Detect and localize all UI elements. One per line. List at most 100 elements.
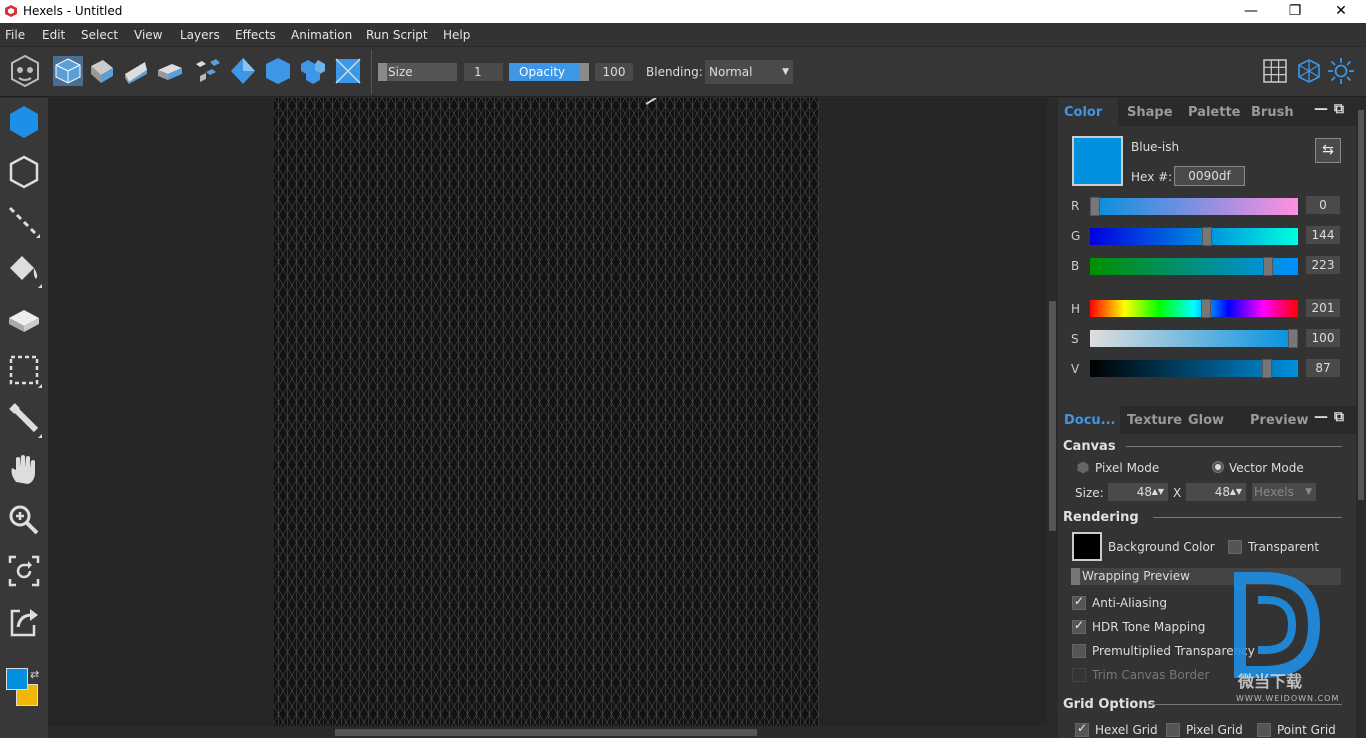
h-slider-knob[interactable] (1201, 299, 1211, 318)
grid-icon[interactable] (1262, 58, 1288, 84)
iso-grid-canvas[interactable] (274, 98, 819, 726)
b-slider[interactable] (1090, 257, 1298, 276)
wrapping-preview-knob[interactable] (1071, 568, 1080, 585)
tab-color[interactable]: Color (1064, 105, 1102, 120)
b-slider-knob[interactable] (1263, 257, 1273, 276)
line-tool-icon[interactable] (6, 204, 42, 240)
paint-bucket-icon[interactable] (6, 252, 42, 288)
h-value[interactable]: 201 (1306, 299, 1340, 317)
marquee-select-icon[interactable] (6, 352, 42, 388)
tab-document[interactable]: Docu... (1064, 413, 1116, 428)
hexel-grid-checkbox[interactable] (1075, 721, 1089, 737)
canvas-viewport[interactable] (48, 98, 1047, 726)
hand-pan-icon[interactable] (6, 452, 42, 488)
tab-glow[interactable]: Glow (1188, 413, 1224, 428)
current-color-swatch[interactable] (1072, 136, 1123, 186)
maximize-button[interactable]: ❐ (1272, 0, 1318, 23)
tab-shape[interactable]: Shape (1127, 105, 1173, 120)
pixel-mode-label[interactable]: Pixel Mode (1095, 461, 1159, 475)
horizontal-scroll-thumb[interactable] (335, 729, 757, 736)
menu-select[interactable]: Select (81, 28, 118, 42)
quad-square-icon[interactable] (333, 56, 363, 86)
rotate-view-icon[interactable] (6, 553, 42, 589)
panel-minimize-icon[interactable]: — (1314, 409, 1328, 425)
size-slider[interactable]: Size (378, 63, 457, 81)
iso-cube-grid-icon[interactable] (1296, 58, 1322, 84)
b-value[interactable]: 223 (1306, 256, 1340, 274)
zoom-icon[interactable] (6, 502, 42, 538)
horizontal-scrollbar[interactable] (48, 726, 1047, 738)
slope-block-icon[interactable] (121, 56, 151, 86)
r-value[interactable]: 0 (1306, 196, 1340, 214)
menu-help[interactable]: Help (443, 28, 470, 42)
trim-canvas-border-checkbox[interactable] (1072, 668, 1086, 682)
pixel-grid-checkbox[interactable] (1166, 723, 1180, 737)
anti-aliasing-checkbox[interactable] (1072, 594, 1086, 610)
cube-outline-icon[interactable] (53, 56, 83, 86)
vector-mode-label[interactable]: Vector Mode (1229, 461, 1304, 475)
hex-input[interactable]: 0090df (1174, 166, 1245, 186)
panel-scroll-thumb[interactable] (1358, 110, 1364, 500)
menu-run-script[interactable]: Run Script (366, 28, 428, 42)
hex-radio-icon[interactable] (1077, 461, 1089, 474)
light-sun-icon[interactable] (1327, 57, 1355, 85)
panel-scrollbar[interactable] (1356, 98, 1366, 738)
spinner-icon[interactable]: ▲▼ (1230, 483, 1242, 501)
diamond-icon[interactable] (228, 56, 258, 86)
close-button[interactable]: ✕ (1318, 0, 1364, 23)
size-input[interactable]: 1 (464, 63, 503, 81)
height-input[interactable]: 48 ▲▼ (1186, 483, 1246, 501)
hexagon-fill-icon[interactable] (263, 56, 293, 86)
g-slider-knob[interactable] (1202, 227, 1212, 246)
hdr-tone-mapping-checkbox[interactable] (1072, 618, 1086, 634)
menu-animation[interactable]: Animation (291, 28, 352, 42)
swap-colors-icon[interactable]: ⇄ (30, 668, 39, 681)
g-value[interactable]: 144 (1306, 226, 1340, 244)
hex-cluster-icon[interactable] (298, 56, 328, 86)
panel-float-icon[interactable]: ⧉ (1334, 101, 1344, 117)
point-grid-checkbox[interactable] (1257, 723, 1271, 737)
export-icon[interactable] (6, 603, 42, 639)
g-slider[interactable] (1090, 227, 1298, 246)
r-slider[interactable] (1090, 197, 1298, 216)
blending-select[interactable]: Normal ▼ (705, 60, 793, 84)
s-slider[interactable] (1090, 329, 1298, 348)
s-value[interactable]: 100 (1306, 329, 1340, 347)
v-value[interactable]: 87 (1306, 359, 1340, 377)
v-slider[interactable] (1090, 359, 1298, 378)
panel-minimize-icon[interactable]: — (1314, 101, 1328, 117)
minimize-button[interactable]: — (1228, 0, 1274, 23)
panel-float-icon[interactable]: ⧉ (1334, 409, 1344, 425)
spinner-icon[interactable]: ▲▼ (1152, 483, 1164, 501)
vector-mode-radio[interactable] (1212, 461, 1224, 473)
width-input[interactable]: 48 ▲▼ (1108, 483, 1168, 501)
tab-texture[interactable]: Texture (1127, 413, 1182, 428)
menu-effects[interactable]: Effects (235, 28, 276, 42)
tab-brush[interactable]: Brush (1251, 105, 1294, 120)
menu-layers[interactable]: Layers (180, 28, 220, 42)
unit-select[interactable]: Hexels ▼ (1252, 483, 1316, 501)
tab-palette[interactable]: Palette (1188, 105, 1240, 120)
r-slider-knob[interactable] (1090, 197, 1100, 216)
background-color-swatch[interactable] (1072, 532, 1102, 561)
vertical-scrollbar[interactable] (1047, 98, 1058, 738)
mascot-icon[interactable] (7, 53, 43, 89)
v-slider-knob[interactable] (1262, 359, 1272, 378)
eraser-icon[interactable] (6, 304, 42, 340)
flat-block-icon[interactable] (155, 56, 185, 86)
h-slider[interactable] (1090, 299, 1298, 318)
transparent-checkbox[interactable] (1228, 540, 1242, 554)
menu-file[interactable]: File (5, 28, 25, 42)
menu-view[interactable]: View (134, 28, 162, 42)
s-slider-knob[interactable] (1288, 329, 1298, 348)
hexel-brush-icon[interactable] (6, 104, 42, 140)
swap-arrows-icon[interactable]: ⇆ (1315, 138, 1341, 163)
opacity-input[interactable]: 100 (595, 63, 633, 81)
tab-preview[interactable]: Preview (1250, 413, 1309, 428)
vertical-scroll-thumb[interactable] (1049, 301, 1056, 531)
premultiplied-checkbox[interactable] (1072, 644, 1086, 658)
opacity-slider[interactable]: Opacity (509, 63, 589, 81)
menu-edit[interactable]: Edit (42, 28, 65, 42)
hex-outline-icon[interactable] (6, 154, 42, 190)
eyedropper-icon[interactable] (6, 402, 42, 438)
